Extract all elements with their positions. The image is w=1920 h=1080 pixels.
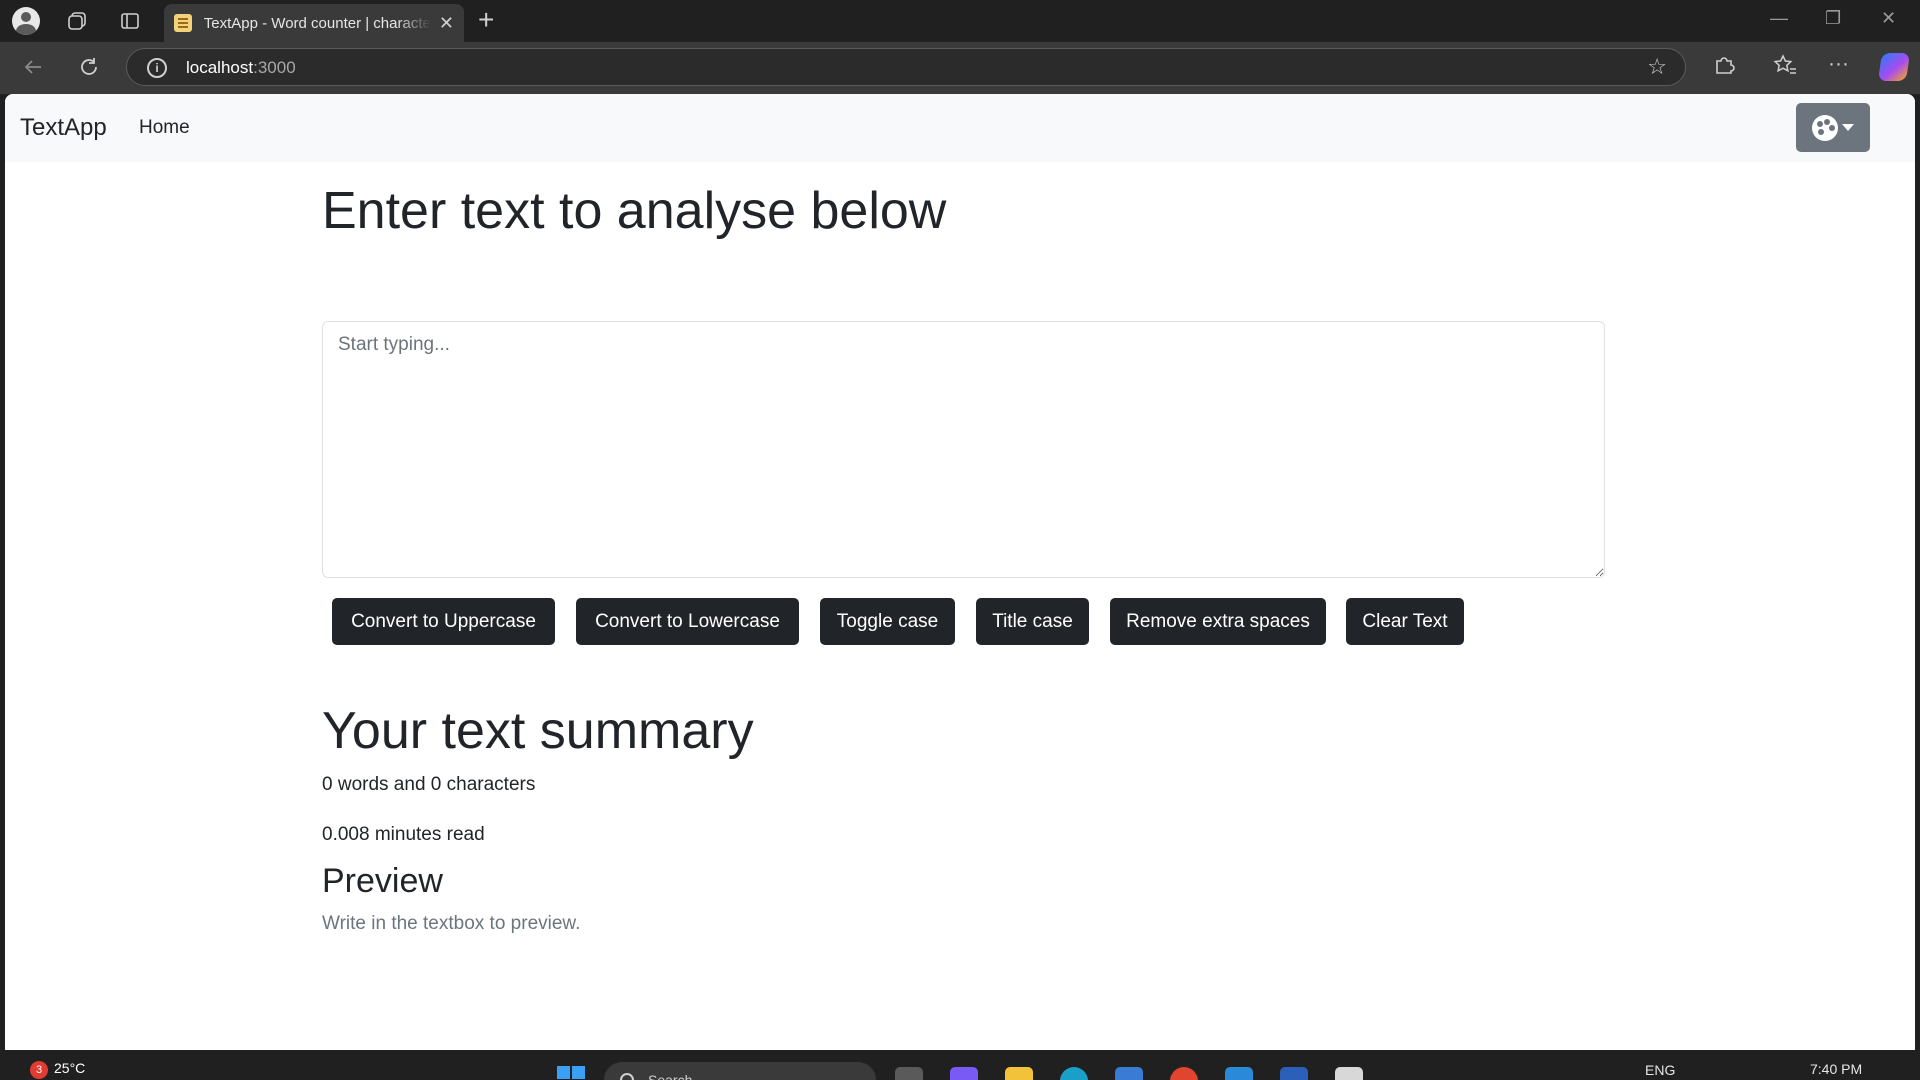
more-icon[interactable]: ··· <box>1828 52 1849 76</box>
temperature: 25°C <box>54 1060 86 1076</box>
edge-icon[interactable] <box>1060 1067 1088 1080</box>
browser-tab-bar: TextApp - Word counter | character count… <box>0 0 1920 42</box>
browser-toolbar: i localhost:3000 ☆ ··· <box>0 42 1920 94</box>
notepad-icon[interactable] <box>1335 1067 1363 1080</box>
weather-widget[interactable]: 3 25°C <box>30 1060 85 1079</box>
toggle-case-button[interactable]: Toggle case <box>820 598 955 645</box>
active-tab[interactable]: TextApp - Word counter | character count… <box>164 4 464 42</box>
word-char-count: 0 words and 0 characters <box>322 774 536 795</box>
theme-toggle-button[interactable] <box>1796 103 1870 152</box>
favorite-star-icon[interactable]: ☆ <box>1647 54 1667 80</box>
vscode-icon[interactable] <box>1225 1067 1253 1080</box>
windows-start-icon[interactable] <box>557 1066 587 1080</box>
window-close-button[interactable]: ✕ <box>1881 8 1896 29</box>
clock[interactable]: 7:40 PM <box>1810 1061 1862 1077</box>
window-restore-button[interactable]: ❐ <box>1825 8 1841 29</box>
remove-extra-spaces-button[interactable]: Remove extra spaces <box>1110 598 1326 645</box>
clear-text-button[interactable]: Clear Text <box>1346 598 1464 645</box>
preview-heading: Preview <box>322 862 443 900</box>
read-time: 0.008 minutes read <box>322 824 485 845</box>
tab-close-button[interactable]: ✕ <box>439 13 454 34</box>
favorites-icon[interactable] <box>1773 54 1797 82</box>
notification-badge: 3 <box>30 1061 48 1079</box>
search-icon <box>620 1073 634 1080</box>
navbar: TextApp Home <box>5 94 1915 162</box>
extensions-icon[interactable] <box>1713 54 1735 82</box>
nav-link-home[interactable]: Home <box>139 117 190 139</box>
copilot-icon[interactable] <box>1878 53 1910 81</box>
text-input[interactable] <box>322 321 1605 578</box>
preview-text: Write in the textbox to preview. <box>322 913 581 934</box>
chrome-icon[interactable] <box>1170 1067 1198 1080</box>
page-title: Enter text to analyse below <box>322 182 947 240</box>
tab-actions-icon[interactable] <box>116 7 144 35</box>
file-explorer-icon[interactable] <box>1005 1067 1033 1080</box>
back-arrow-icon[interactable] <box>22 56 44 83</box>
reload-icon[interactable] <box>78 56 100 83</box>
copilot-app-icon[interactable] <box>950 1067 978 1080</box>
convert-uppercase-button[interactable]: Convert to Uppercase <box>332 598 555 645</box>
convert-lowercase-button[interactable]: Convert to Lowercase <box>576 598 799 645</box>
notepad-favicon-icon <box>174 14 192 32</box>
chevron-down-icon <box>1842 124 1854 131</box>
profile-icon[interactable] <box>12 7 40 35</box>
word-icon[interactable] <box>1280 1067 1308 1080</box>
task-view-icon[interactable] <box>895 1067 923 1080</box>
tab-title: TextApp - Word counter | character count… <box>203 14 431 32</box>
address-bar[interactable]: i localhost:3000 ☆ <box>126 48 1686 86</box>
site-info-icon[interactable]: i <box>147 58 167 78</box>
store-icon[interactable] <box>1115 1067 1143 1080</box>
url-text: localhost:3000 <box>186 58 296 77</box>
navbar-brand[interactable]: TextApp <box>20 114 107 142</box>
windows-taskbar: 3 25°C Search ENG 7:40 PM <box>0 1050 1920 1080</box>
page-content: TextApp Home Enter text to analyse below… <box>5 94 1915 1050</box>
window-minimize-button[interactable]: — <box>1770 8 1788 29</box>
new-tab-button[interactable]: + <box>478 6 494 34</box>
title-case-button[interactable]: Title case <box>976 598 1089 645</box>
language-indicator[interactable]: ENG <box>1645 1062 1675 1078</box>
workspaces-icon[interactable] <box>63 7 91 35</box>
palette-icon <box>1812 114 1838 141</box>
taskbar-search[interactable]: Search <box>604 1062 876 1080</box>
summary-heading: Your text summary <box>322 702 754 760</box>
